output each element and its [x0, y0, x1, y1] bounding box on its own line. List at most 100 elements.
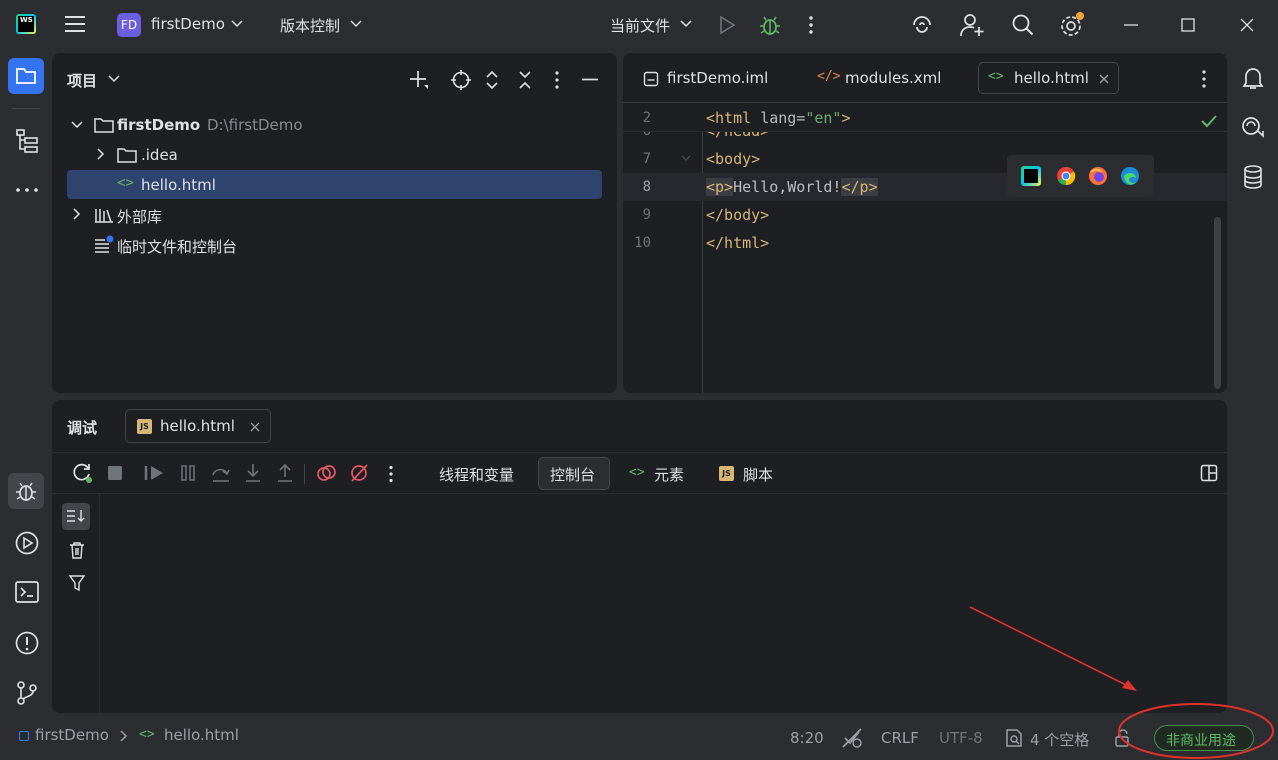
left-tool-strip: [0, 50, 52, 715]
subtab-scripts[interactable]: 脚本: [743, 464, 773, 485]
chevron-down-icon[interactable]: [680, 19, 692, 29]
mute-breakpoints-icon[interactable]: [349, 463, 373, 487]
step-out-icon[interactable]: [275, 463, 299, 487]
xml-file-icon: </>: [817, 69, 841, 84]
trash-icon[interactable]: [68, 541, 86, 559]
step-into-icon[interactable]: [243, 463, 267, 487]
pause-icon[interactable]: [179, 464, 203, 488]
git-icon[interactable]: [15, 680, 39, 706]
ai-assistant-icon[interactable]: [910, 13, 934, 37]
line-separator[interactable]: CRLF: [881, 729, 919, 747]
folder-icon: [94, 116, 114, 134]
app-logo[interactable]: WS: [16, 14, 36, 34]
breadcrumb-project[interactable]: firstDemo: [35, 726, 109, 744]
code-line-7[interactable]: <body>: [706, 150, 760, 168]
structure-icon[interactable]: [15, 128, 39, 154]
edge-icon[interactable]: [1120, 166, 1140, 186]
notifications-icon[interactable]: [1241, 65, 1265, 91]
resume-icon[interactable]: [144, 464, 168, 488]
tree-row-idea[interactable]: .idea: [67, 140, 602, 169]
more-vertical-icon[interactable]: [554, 70, 560, 90]
license-badge[interactable]: 非商业用途: [1154, 725, 1254, 751]
maximize-icon[interactable]: [1181, 18, 1195, 32]
project-name[interactable]: firstDemo: [151, 15, 225, 33]
filter-icon[interactable]: [68, 574, 86, 592]
lock-icon[interactable]: [1114, 728, 1134, 748]
database-icon[interactable]: [1242, 164, 1264, 190]
new-file-icon[interactable]: [409, 69, 431, 91]
breadcrumb-file[interactable]: hello.html: [164, 726, 239, 744]
rerun-icon[interactable]: [71, 462, 95, 486]
problems-icon[interactable]: [14, 630, 40, 656]
chevron-down-icon[interactable]: [350, 19, 362, 29]
add-user-icon[interactable]: [960, 13, 986, 37]
run-icon[interactable]: [718, 15, 736, 35]
line-number: 9: [642, 207, 651, 223]
chevron-right-icon[interactable]: [96, 148, 106, 160]
browser-preview-bar: [1007, 155, 1154, 197]
settings-icon[interactable]: [1059, 12, 1087, 38]
code-line-2[interactable]: <html lang="en">: [706, 109, 851, 127]
close-icon[interactable]: [1240, 18, 1254, 32]
inspection-ok-icon[interactable]: [1201, 114, 1217, 128]
layout-icon[interactable]: [1200, 464, 1224, 488]
inspections-off-icon[interactable]: [841, 727, 863, 749]
vcs-menu[interactable]: 版本控制: [280, 15, 340, 36]
tree-row-scratches[interactable]: 临时文件和控制台: [67, 230, 602, 259]
subtab-threads-variables[interactable]: 线程和变量: [439, 464, 514, 485]
tree-row-external-libs[interactable]: 外部库: [67, 200, 602, 229]
more-vertical-icon[interactable]: [1201, 69, 1207, 89]
step-over-icon[interactable]: [210, 463, 234, 487]
minimize-icon[interactable]: [1124, 24, 1138, 26]
more-vertical-icon[interactable]: [388, 465, 412, 489]
stop-icon[interactable]: [106, 464, 130, 488]
locate-icon[interactable]: [450, 69, 472, 91]
chrome-icon[interactable]: [1056, 166, 1076, 186]
tree-row-hello-html[interactable]: <> hello.html: [67, 170, 602, 199]
chevron-right-icon[interactable]: [72, 208, 82, 220]
subtab-console[interactable]: 控制台: [538, 457, 610, 490]
code-line-10[interactable]: </html>: [706, 234, 769, 252]
close-tab-icon[interactable]: [1099, 74, 1109, 84]
main-menu-icon[interactable]: [64, 14, 86, 34]
tab-modules-xml[interactable]: </> modules.xml: [809, 63, 959, 95]
ai-chat-icon[interactable]: [1240, 115, 1266, 141]
project-badge[interactable]: FD: [117, 13, 141, 37]
tab-firstdemo-iml[interactable]: firstDemo.iml: [635, 63, 795, 95]
project-root-path: D:\firstDemo: [207, 116, 303, 134]
view-breakpoints-icon[interactable]: [316, 463, 340, 487]
terminal-icon[interactable]: [14, 580, 40, 604]
chevron-down-icon[interactable]: [231, 19, 243, 29]
close-tab-icon[interactable]: [250, 422, 260, 432]
caret-position[interactable]: 8:20: [790, 729, 824, 747]
fold-icon[interactable]: [681, 155, 691, 163]
hello-html-label: hello.html: [141, 176, 216, 194]
more-tools-icon[interactable]: [15, 187, 39, 193]
debug-session-tab[interactable]: JS hello.html: [125, 409, 271, 443]
search-icon[interactable]: [1011, 13, 1035, 37]
editor-scrollbar[interactable]: [1214, 217, 1221, 389]
firefox-icon[interactable]: [1088, 166, 1108, 186]
project-panel-title[interactable]: 项目: [67, 70, 97, 91]
line-number: 2: [642, 110, 651, 126]
chevron-down-icon[interactable]: [108, 74, 120, 84]
webstorm-browser-icon[interactable]: [1021, 166, 1041, 186]
run-tool-icon[interactable]: [14, 530, 40, 556]
run-config-selector[interactable]: 当前文件: [610, 15, 670, 36]
tab-hello-html[interactable]: <> hello.html: [978, 62, 1119, 94]
expand-all-icon[interactable]: [484, 69, 500, 91]
hide-panel-icon[interactable]: [582, 78, 598, 81]
more-vertical-icon[interactable]: [808, 15, 814, 35]
code-line-9[interactable]: </body>: [706, 206, 769, 224]
debug-icon[interactable]: [758, 13, 782, 37]
code-line-8[interactable]: <p>Hello,World!</p>: [706, 178, 878, 196]
chevron-down-icon[interactable]: [71, 120, 83, 130]
collapse-all-icon[interactable]: [517, 69, 533, 91]
subtab-elements[interactable]: 元素: [654, 464, 684, 485]
file-encoding[interactable]: UTF-8: [939, 729, 983, 747]
tree-row-project-root[interactable]: firstDemo D:\firstDemo: [67, 110, 602, 139]
project-tool-button[interactable]: [8, 58, 44, 94]
debug-tool-button[interactable]: [8, 473, 44, 509]
indent-setting[interactable]: 4 个空格: [1030, 729, 1089, 750]
scroll-to-end-button[interactable]: [62, 503, 90, 530]
